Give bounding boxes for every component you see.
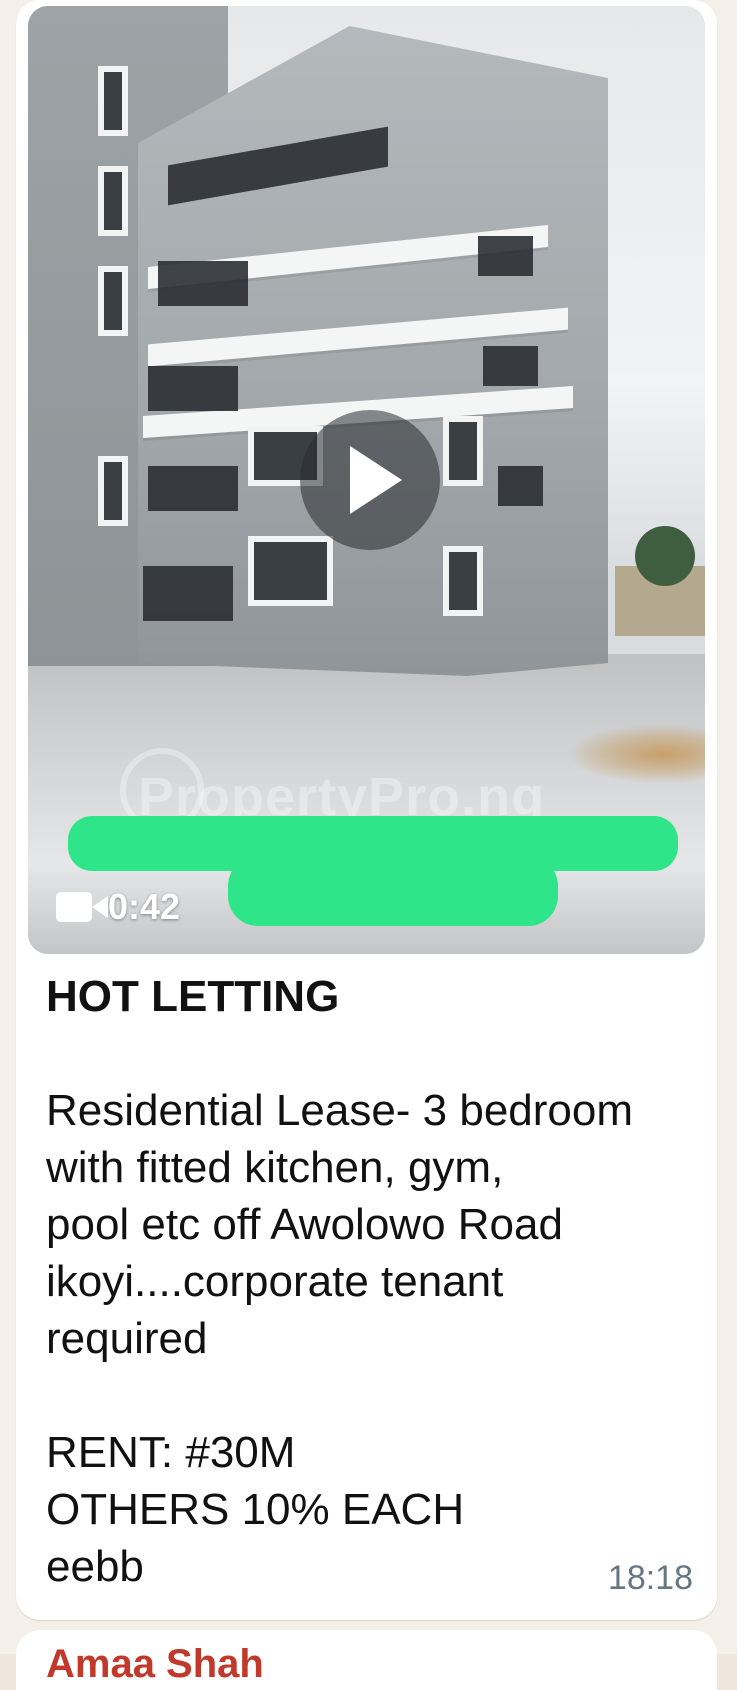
video-duration: 0:42 — [56, 886, 180, 928]
message-bubble[interactable]: PropertyPro.ng 0:42 HOT LETTING Resident… — [16, 0, 717, 1620]
video-thumbnail[interactable]: PropertyPro.ng 0:42 — [28, 6, 705, 954]
redaction-mark — [228, 856, 558, 926]
building-window — [248, 536, 333, 606]
building-window — [98, 166, 128, 236]
balcony-railing — [148, 466, 238, 511]
video-camera-icon — [56, 892, 108, 922]
play-button[interactable] — [300, 410, 440, 550]
building-window — [98, 266, 128, 336]
play-icon — [350, 446, 402, 514]
description-line: Residential Lease- 3 bedroom — [46, 1086, 634, 1135]
message-text: HOT LETTING Residential Lease- 3 bedroom… — [46, 968, 696, 1620]
balcony-railing — [158, 261, 248, 306]
balcony-railing — [478, 236, 533, 276]
building-window — [98, 66, 128, 136]
description-line: with fitted kitchen, gym, — [46, 1143, 504, 1192]
building-window — [98, 456, 128, 526]
tree — [635, 526, 695, 586]
detail-line: RENT: #30M — [46, 1428, 296, 1477]
balcony-railing — [498, 466, 543, 506]
next-message-bubble[interactable]: Amaa Shah — [16, 1630, 717, 1690]
message-details: RENT: #30M OTHERS 10% EACH eebb — [46, 1424, 696, 1595]
next-message-sender: Amaa Shah — [46, 1642, 264, 1686]
description-line: ikoyi....corporate tenant — [46, 1257, 504, 1306]
balcony-railing — [483, 346, 538, 386]
building-window — [443, 416, 483, 486]
description-line: required — [46, 1314, 208, 1363]
balcony-railing — [148, 366, 238, 411]
message-description: Residential Lease- 3 bedroom with fitted… — [46, 1082, 696, 1367]
building-window — [443, 546, 483, 616]
detail-line: eebb — [46, 1542, 144, 1591]
detail-line: OTHERS 10% EACH — [46, 1485, 465, 1534]
duration-label: 0:42 — [108, 886, 181, 927]
message-timestamp: 18:18 — [607, 1559, 693, 1597]
balcony-railing — [143, 566, 233, 621]
description-line: pool etc off Awolowo Road — [46, 1200, 563, 1249]
message-title: HOT LETTING — [46, 972, 340, 1021]
